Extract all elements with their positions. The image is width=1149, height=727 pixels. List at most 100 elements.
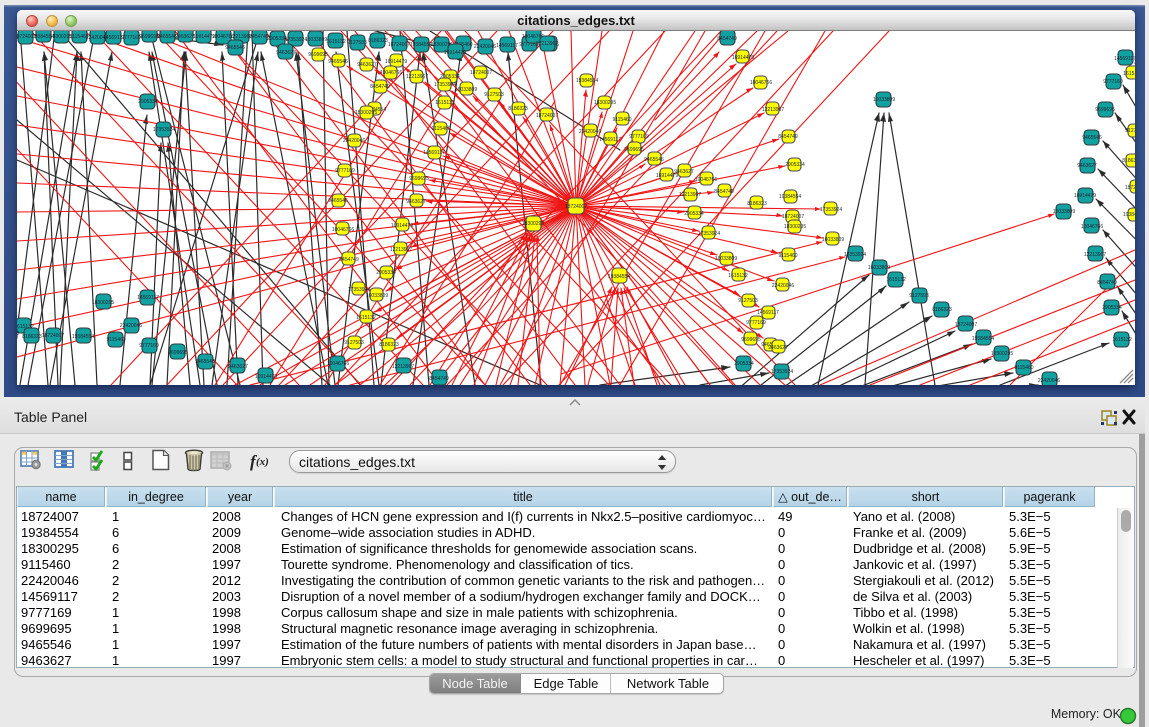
svg-text:9463627: 9463627	[406, 199, 426, 205]
svg-text:22420046: 22420046	[1038, 378, 1060, 384]
svg-text:8454749: 8454749	[429, 376, 449, 382]
svg-text:16033809: 16033809	[366, 293, 388, 299]
svg-text:9463627: 9463627	[276, 50, 296, 56]
svg-text:18300295: 18300295	[594, 100, 616, 106]
svg-text:16033809: 16033809	[822, 237, 844, 243]
svg-text:9115460: 9115460	[431, 126, 450, 132]
svg-text:8186323: 8186323	[22, 334, 42, 340]
svg-text:9465546: 9465546	[195, 359, 215, 365]
svg-text:14569117: 14569117	[496, 43, 518, 49]
svg-text:8454749: 8454749	[778, 134, 798, 140]
svg-text:8186323: 8186323	[508, 106, 528, 112]
svg-text:12213967: 12213967	[679, 192, 701, 198]
svg-text:9127503: 9127503	[484, 92, 504, 98]
svg-text:8186323: 8186323	[1122, 158, 1135, 164]
svg-text:8454749: 8454749	[714, 189, 734, 195]
svg-text:9115460: 9115460	[106, 337, 125, 343]
svg-text:9777169: 9777169	[1103, 79, 1123, 85]
svg-text:17353924: 17353924	[434, 82, 456, 88]
svg-text:8186323: 8186323	[368, 38, 388, 44]
svg-text:2905334: 2905334	[138, 99, 158, 105]
svg-text:18300295: 18300295	[991, 351, 1013, 357]
svg-text:22420046: 22420046	[120, 323, 142, 329]
svg-text:9699695: 9699695	[741, 337, 761, 343]
svg-text:9699695: 9699695	[409, 176, 429, 182]
svg-text:8186323: 8186323	[932, 307, 952, 313]
svg-text:12213967: 12213967	[390, 247, 412, 253]
svg-text:16914479: 16914479	[732, 55, 754, 61]
svg-text:16033809: 16033809	[455, 87, 477, 93]
svg-text:14569117: 14569117	[757, 310, 779, 316]
svg-text:16914479: 16914479	[255, 374, 277, 380]
svg-text:9127503: 9127503	[909, 293, 929, 299]
svg-text:1615132: 1615132	[356, 315, 376, 321]
svg-text:19384554: 19384554	[576, 78, 598, 84]
svg-text:22420046: 22420046	[772, 283, 794, 289]
svg-text:1615132: 1615132	[326, 39, 346, 45]
svg-text:22420046: 22420046	[343, 138, 365, 144]
svg-text:19384554: 19384554	[72, 334, 94, 340]
svg-text:9127503: 9127503	[1125, 128, 1135, 134]
svg-text:8454749: 8454749	[370, 84, 390, 90]
svg-text:18724007: 18724007	[42, 333, 64, 339]
svg-text:18724007: 18724007	[1125, 185, 1135, 191]
svg-text:22420046: 22420046	[579, 129, 601, 135]
svg-text:16033809: 16033809	[868, 265, 890, 271]
svg-text:18724007: 18724007	[388, 42, 410, 48]
svg-text:9465546: 9465546	[328, 59, 348, 65]
svg-text:9465546: 9465546	[225, 45, 245, 51]
svg-text:9777169: 9777169	[139, 343, 159, 349]
svg-text:9127503: 9127503	[344, 340, 364, 346]
svg-text:2905334: 2905334	[734, 361, 754, 367]
svg-text:12213967: 12213967	[762, 107, 784, 113]
svg-text:16914479: 16914479	[385, 59, 407, 65]
svg-text:17353924: 17353924	[844, 252, 866, 258]
svg-text:12213967: 12213967	[392, 364, 414, 370]
svg-text:9463627: 9463627	[1077, 163, 1097, 169]
svg-text:12213967: 12213967	[536, 41, 558, 47]
svg-text:1615132: 1615132	[886, 277, 906, 283]
svg-text:17353924: 17353924	[153, 127, 175, 133]
svg-text:1615132: 1615132	[1112, 337, 1132, 343]
svg-text:9463627: 9463627	[357, 62, 377, 68]
svg-text:1615132: 1615132	[728, 273, 748, 279]
svg-text:2905334: 2905334	[1102, 305, 1122, 311]
svg-text:10046766: 10046766	[695, 177, 717, 183]
svg-text:9463627: 9463627	[228, 364, 248, 370]
svg-text:19384554: 19384554	[972, 336, 994, 342]
svg-text:18300295: 18300295	[522, 221, 544, 227]
svg-text:16033809: 16033809	[873, 97, 895, 103]
svg-text:9115460: 9115460	[612, 117, 631, 123]
svg-text:12213967: 12213967	[406, 74, 428, 80]
svg-text:9777169: 9777169	[121, 35, 141, 41]
svg-text:9465546: 9465546	[1082, 135, 1102, 141]
svg-text:8454749: 8454749	[717, 36, 737, 42]
svg-text:9699695: 9699695	[168, 350, 188, 356]
svg-text:8454749: 8454749	[339, 257, 359, 263]
svg-text:17353924: 17353924	[771, 369, 793, 375]
svg-text:10046766: 10046766	[1081, 224, 1103, 230]
svg-text:16033809: 16033809	[715, 256, 737, 262]
svg-text:9777169: 9777169	[746, 320, 766, 326]
svg-text:8454749: 8454749	[249, 34, 269, 40]
svg-text:1615132: 1615132	[435, 100, 455, 106]
svg-text:18300295: 18300295	[784, 224, 806, 230]
svg-text:18300295: 18300295	[92, 300, 114, 306]
svg-text:2905334: 2905334	[376, 270, 396, 276]
svg-text:22420046: 22420046	[474, 44, 496, 50]
svg-text:9465546: 9465546	[157, 34, 177, 40]
svg-text:(x): (x)	[256, 456, 269, 468]
svg-text:16914479: 16914479	[391, 223, 413, 229]
svg-text:9463627: 9463627	[768, 345, 788, 351]
svg-text:14569117: 14569117	[1114, 56, 1135, 62]
svg-text:10046766: 10046766	[327, 361, 349, 367]
svg-text:19384554: 19384554	[1123, 212, 1135, 218]
svg-text:2905334: 2905334	[785, 162, 805, 168]
svg-text:16033809: 16033809	[305, 37, 327, 43]
svg-text:9699695: 9699695	[308, 52, 328, 58]
svg-text:14569117: 14569117	[423, 150, 445, 156]
svg-text:19384554: 19384554	[410, 42, 432, 48]
svg-text:1615132: 1615132	[1123, 71, 1135, 77]
svg-text:9115460: 9115460	[1014, 365, 1033, 371]
svg-text:16914479: 16914479	[1074, 193, 1096, 199]
